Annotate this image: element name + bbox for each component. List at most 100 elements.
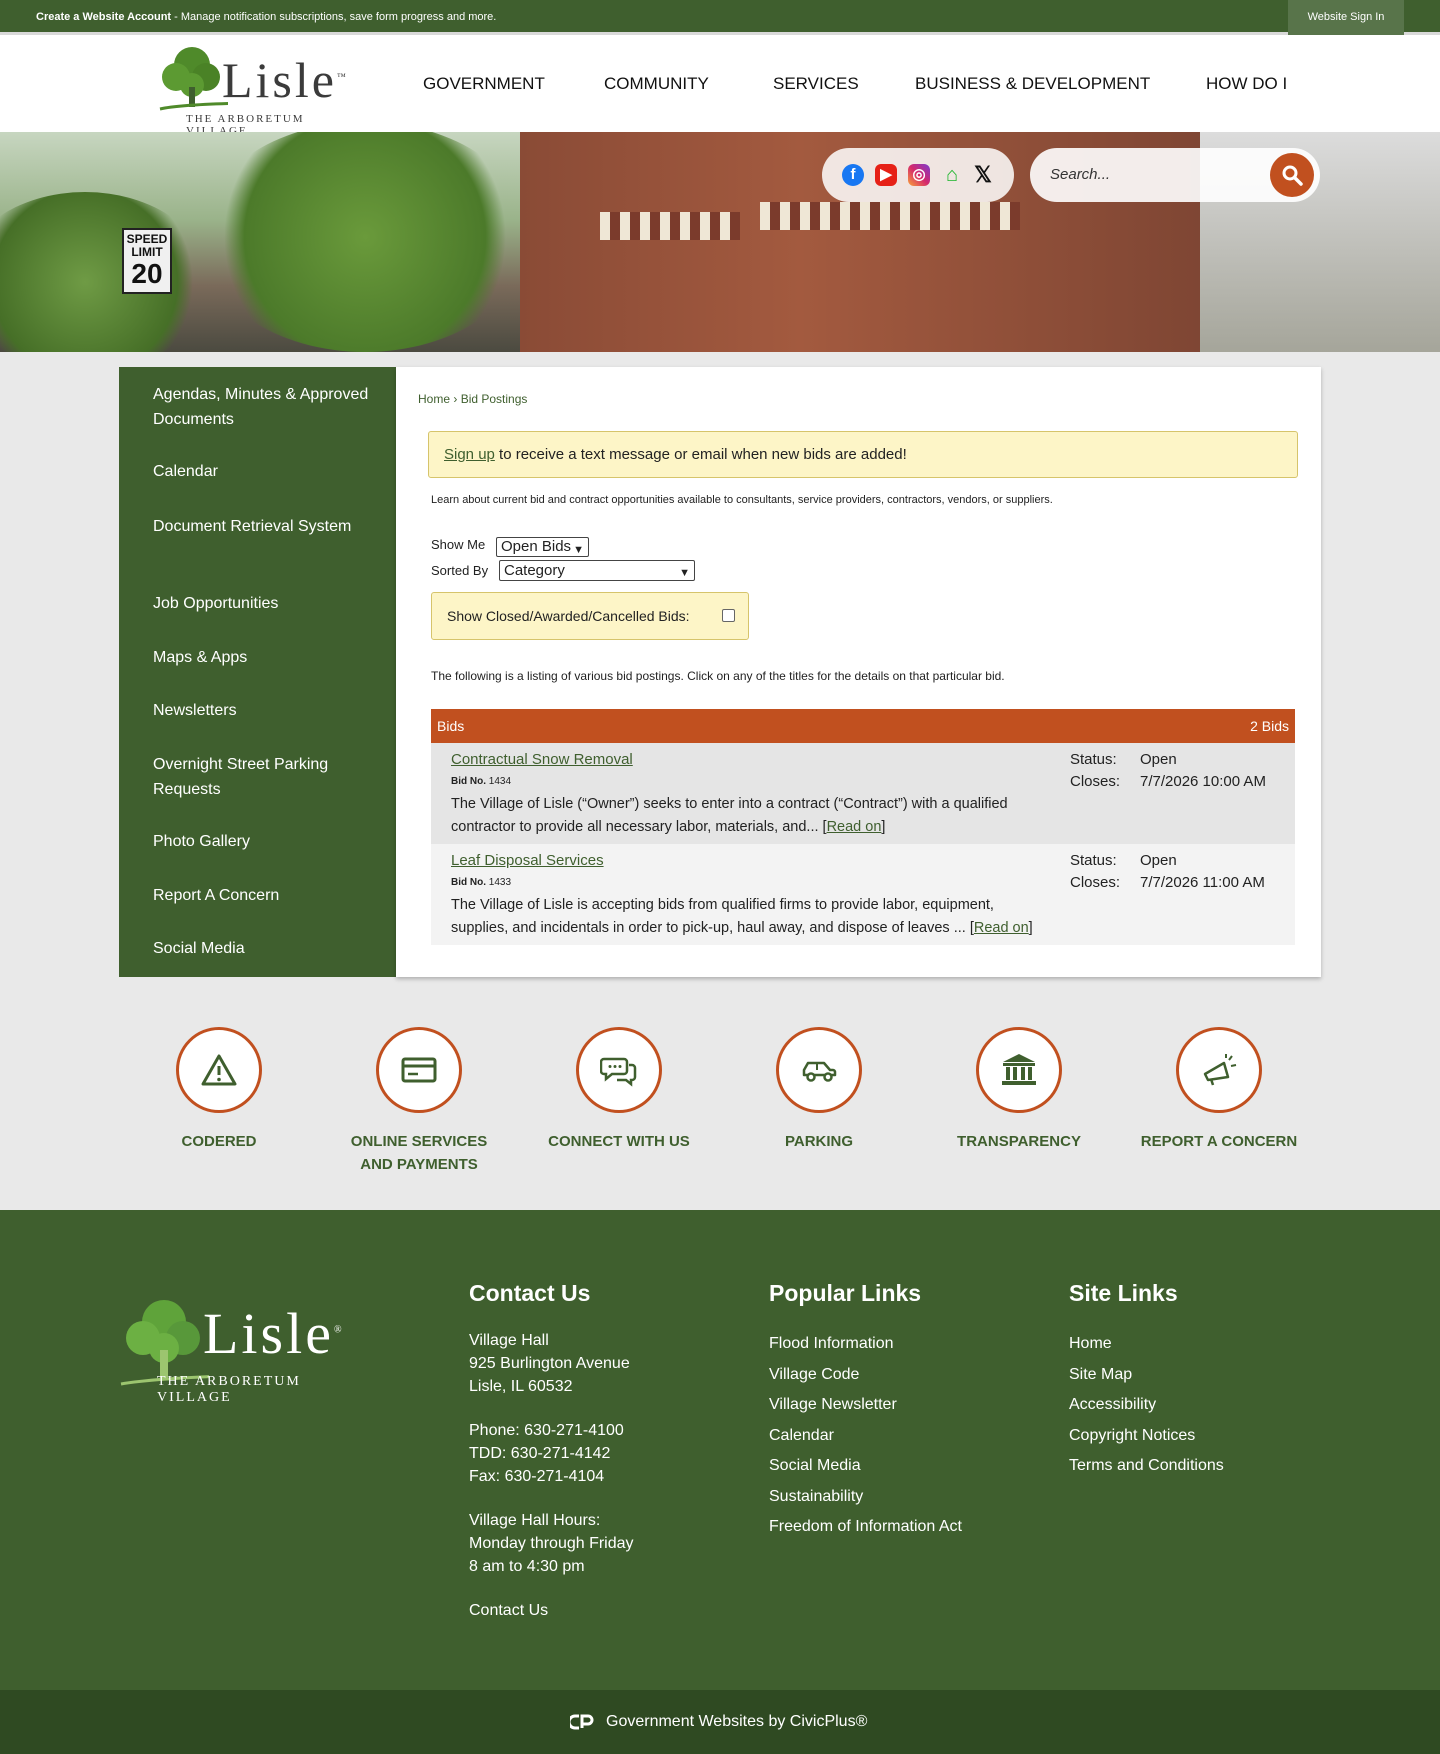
footer-contact-link[interactable]: Contact Us bbox=[469, 1599, 634, 1622]
footer-tdd[interactable]: TDD: 630-271-4142 bbox=[469, 1442, 634, 1465]
footer-link[interactable]: Terms and Conditions bbox=[1069, 1451, 1224, 1482]
bid-number: Bid No. 1433 bbox=[451, 877, 512, 888]
bids-header: Bids 2 Bids bbox=[431, 709, 1295, 743]
credit-card-icon bbox=[401, 1057, 437, 1083]
footer-link[interactable]: Flood Information bbox=[769, 1329, 962, 1360]
sidebar-item-photo-gallery[interactable]: Photo Gallery bbox=[153, 829, 373, 854]
instagram-icon[interactable]: ◎ bbox=[908, 164, 930, 186]
footer-popular-links: Popular Links Flood Information Village … bbox=[769, 1280, 962, 1543]
nav-how-do-i[interactable]: HOW DO I bbox=[1206, 74, 1287, 94]
sorted-by-select[interactable]: Category ▼ bbox=[499, 560, 695, 581]
list-item: Contractual Snow Removal Bid No. 1434 Th… bbox=[431, 743, 1295, 844]
bid-number: Bid No. 1434 bbox=[451, 776, 512, 787]
closed-bids-checkbox[interactable] bbox=[722, 609, 735, 622]
footer-link[interactable]: Calendar bbox=[769, 1421, 962, 1452]
bid-title-link[interactable]: Leaf Disposal Services bbox=[451, 852, 604, 869]
closes-label: Closes: bbox=[1070, 773, 1121, 790]
lisle-logo[interactable]: Lisle™ THE ARBORETUM VILLAGE bbox=[156, 43, 366, 137]
nav-government[interactable]: GOVERNMENT bbox=[423, 74, 545, 94]
civicplus-link[interactable]: Government Websites by CivicPlus® bbox=[606, 1713, 867, 1731]
footer-site-title: Site Links bbox=[1069, 1280, 1178, 1306]
site-header: Lisle™ THE ARBORETUM VILLAGE GOVERNMENT … bbox=[0, 35, 1440, 137]
read-on-link[interactable]: Read on bbox=[974, 920, 1029, 936]
x-icon[interactable]: 𝕏 bbox=[972, 164, 994, 186]
footer-contact-title: Contact Us bbox=[469, 1280, 591, 1306]
facebook-icon[interactable]: f bbox=[842, 164, 864, 186]
search-bar: Search... bbox=[1030, 148, 1320, 202]
quicklink-connect[interactable]: CONNECT WITH US bbox=[529, 1027, 709, 1153]
listing-text: The following is a listing of various bi… bbox=[431, 669, 1005, 683]
footer-logo-wordmark: Lisle® bbox=[203, 1301, 345, 1366]
nav-business-development[interactable]: BUSINESS & DEVELOPMENT bbox=[915, 74, 1150, 94]
footer-link[interactable]: Copyright Notices bbox=[1069, 1421, 1224, 1452]
closed-bids-label: Show Closed/Awarded/Cancelled Bids: bbox=[447, 608, 690, 624]
quicklink-parking[interactable]: PARKING bbox=[729, 1027, 909, 1153]
hero-awning bbox=[600, 212, 740, 240]
footer-link[interactable]: Freedom of Information Act bbox=[769, 1512, 962, 1543]
sidebar-item-document-retrieval[interactable]: Document Retrieval System bbox=[153, 514, 373, 539]
bids-count: 2 Bids bbox=[1250, 718, 1289, 734]
footer-link[interactable]: Accessibility bbox=[1069, 1390, 1224, 1421]
bid-title-link[interactable]: Contractual Snow Removal bbox=[451, 751, 633, 768]
civicplus-bar: Government Websites by CivicPlus® bbox=[0, 1690, 1440, 1754]
sidebar-item-overnight-parking[interactable]: Overnight Street Parking Requests bbox=[153, 752, 373, 802]
footer-link[interactable]: Village Newsletter bbox=[769, 1390, 962, 1421]
quicklink-transparency[interactable]: TRANSPARENCY bbox=[929, 1027, 1109, 1153]
tree-logo-icon bbox=[159, 47, 228, 111]
intro-text: Learn about current bid and contract opp… bbox=[431, 494, 1053, 506]
footer-logo[interactable]: Lisle® THE ARBORETUM VILLAGE bbox=[119, 1294, 369, 1405]
search-button[interactable] bbox=[1270, 153, 1314, 197]
website-sign-in-button[interactable]: Website Sign In bbox=[1288, 0, 1404, 35]
breadcrumb-current: Bid Postings bbox=[460, 392, 528, 406]
footer-site-links: Site Links Home Site Map Accessibility C… bbox=[1069, 1280, 1224, 1482]
chevron-down-icon: ▼ bbox=[679, 567, 690, 579]
sidebar-nav: Agendas, Minutes & Approved Documents Ca… bbox=[119, 367, 396, 977]
sorted-by-label: Sorted By bbox=[431, 563, 489, 578]
footer-link[interactable]: Sustainability bbox=[769, 1482, 962, 1513]
social-media-bar: f ▶ ◎ ⌂ 𝕏 bbox=[822, 148, 1014, 202]
show-me-select[interactable]: Open Bids ▼ bbox=[496, 537, 589, 557]
nextdoor-icon[interactable]: ⌂ bbox=[941, 164, 963, 186]
warning-icon bbox=[201, 1054, 237, 1086]
sidebar-item-job-opportunities[interactable]: Job Opportunities bbox=[153, 591, 373, 616]
create-account-link[interactable]: Create a Website Account - Manage notifi… bbox=[36, 11, 496, 23]
hero-awning bbox=[760, 202, 1020, 230]
sidebar-item-social-media[interactable]: Social Media bbox=[153, 936, 373, 961]
closed-bids-toggle-box: Show Closed/Awarded/Cancelled Bids: bbox=[431, 592, 749, 640]
closes-value: 7/7/2026 11:00 AM bbox=[1140, 874, 1265, 891]
footer-link[interactable]: Village Code bbox=[769, 1360, 962, 1391]
nav-community[interactable]: COMMUNITY bbox=[604, 74, 709, 94]
footer-link[interactable]: Social Media bbox=[769, 1451, 962, 1482]
signup-alert: Sign up to receive a text message or ema… bbox=[428, 431, 1298, 478]
nav-services[interactable]: SERVICES bbox=[773, 74, 859, 94]
sidebar-item-maps-apps[interactable]: Maps & Apps bbox=[153, 645, 373, 670]
sidebar-item-calendar[interactable]: Calendar bbox=[153, 459, 373, 484]
status-label: Status: bbox=[1070, 751, 1117, 768]
search-icon bbox=[1282, 165, 1303, 186]
bid-description: The Village of Lisle is accepting bids f… bbox=[451, 897, 1033, 936]
hero-tree-left bbox=[0, 192, 210, 352]
sidebar-item-report-concern[interactable]: Report A Concern bbox=[153, 883, 373, 908]
speed-limit-sign: SPEED LIMIT 20 bbox=[122, 228, 172, 294]
breadcrumb-home[interactable]: Home bbox=[418, 392, 450, 406]
chevron-down-icon: ▼ bbox=[573, 544, 584, 556]
breadcrumb: Home › Bid Postings bbox=[418, 392, 528, 406]
footer-phone[interactable]: Phone: 630-271-4100 bbox=[469, 1419, 634, 1442]
footer-link[interactable]: Home bbox=[1069, 1329, 1224, 1360]
site-footer: Lisle® THE ARBORETUM VILLAGE Contact Us … bbox=[0, 1210, 1440, 1690]
status-value: Open bbox=[1140, 751, 1177, 768]
sign-up-link[interactable]: Sign up bbox=[444, 446, 495, 463]
quicklink-codered[interactable]: CODERED bbox=[129, 1027, 309, 1153]
read-on-link[interactable]: Read on bbox=[827, 819, 882, 835]
sidebar-item-newsletters[interactable]: Newsletters bbox=[153, 698, 373, 723]
quicklink-online-services[interactable]: ONLINE SERVICES AND PAYMENTS bbox=[329, 1027, 509, 1176]
hero-tree-center bbox=[200, 132, 530, 352]
youtube-icon[interactable]: ▶ bbox=[875, 164, 897, 186]
show-me-label: Show Me bbox=[431, 537, 486, 552]
sidebar-item-agendas[interactable]: Agendas, Minutes & Approved Documents bbox=[153, 382, 373, 432]
search-input[interactable]: Search... bbox=[1050, 166, 1110, 183]
list-item: Leaf Disposal Services Bid No. 1433 The … bbox=[431, 844, 1295, 945]
quicklink-report-concern[interactable]: REPORT A CONCERN bbox=[1129, 1027, 1309, 1153]
footer-link[interactable]: Site Map bbox=[1069, 1360, 1224, 1391]
chat-bubbles-icon bbox=[600, 1057, 637, 1087]
